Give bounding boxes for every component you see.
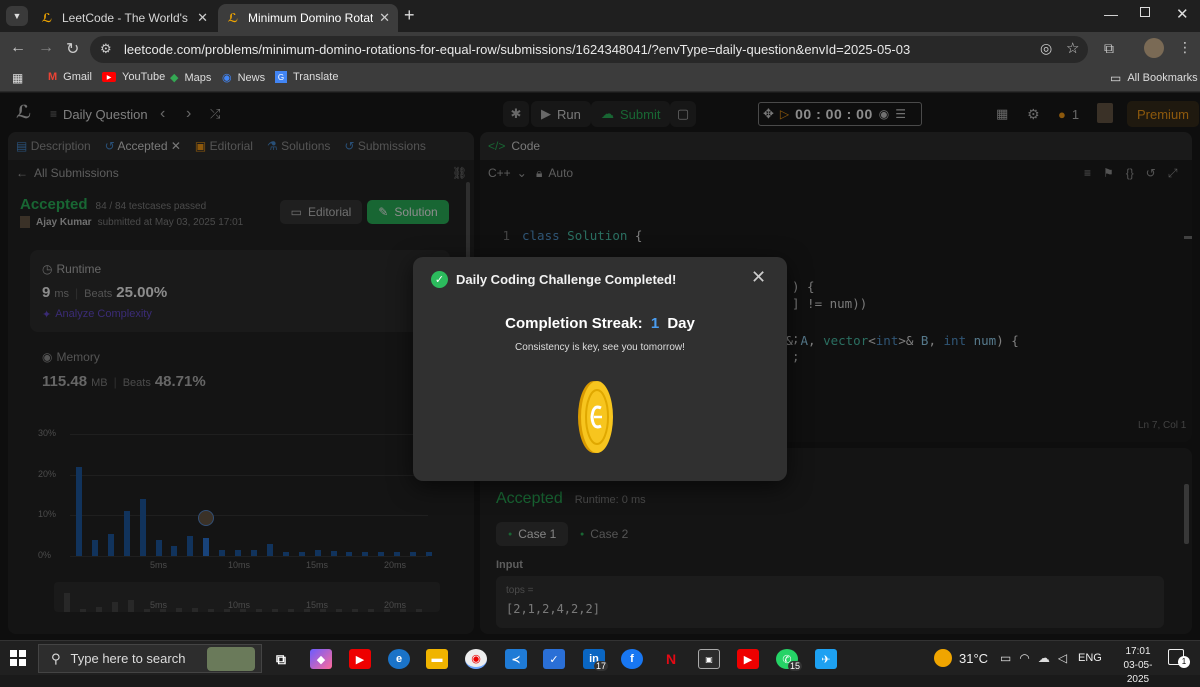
bookmark-translate[interactable]: G Translate	[275, 71, 338, 83]
whatsapp-badge: 15	[788, 661, 803, 671]
url-text: leetcode.com/problems/minimum-domino-rot…	[124, 42, 911, 57]
onedrive-icon[interactable]: ☁	[1038, 651, 1050, 665]
bookmark-label: All Bookmarks	[1127, 72, 1198, 84]
back-icon[interactable]: ←	[10, 39, 26, 57]
streak-line: Completion Streak: 1 Day	[413, 315, 787, 332]
vscode-icon[interactable]: ≺	[505, 649, 527, 669]
modal-subtitle: Consistency is key, see you tomorrow!	[515, 342, 685, 353]
streak-unit: Day	[667, 315, 695, 332]
tab-title: Minimum Domino Rotations Fo	[248, 11, 374, 25]
address-bar-row: ← → ↻ ⚙ leetcode.com/problems/minimum-do…	[0, 32, 1200, 66]
volume-icon[interactable]: ◁	[1058, 651, 1067, 665]
search-icon: ⚲	[51, 650, 61, 666]
close-tab-icon[interactable]: ✕	[197, 10, 208, 26]
browser-tab-strip: ▼ ℒ LeetCode - The World's Leading ✕ ℒ M…	[0, 0, 1200, 32]
leetcode-favicon-icon: ℒ	[227, 11, 239, 25]
linkedin-badge: 17	[594, 661, 609, 671]
clock-date: 03-05-2025	[1123, 660, 1153, 685]
new-tab-icon[interactable]: +	[404, 5, 415, 26]
taskbar-search-field[interactable]: ⚲ Type here to search	[38, 644, 262, 673]
youtube-app-icon[interactable]: ▶	[349, 649, 371, 669]
search-highlight-image	[207, 647, 255, 671]
streak-number: 1	[650, 315, 660, 332]
clock[interactable]: 17:01 03-05-2025	[1118, 645, 1158, 687]
todo-icon[interactable]: ✓	[543, 649, 565, 669]
file-explorer-icon[interactable]: ▬	[426, 649, 448, 669]
maximize-icon[interactable]	[1140, 7, 1150, 17]
bookmarks-bar: ▦ M Gmail ▶ YouTube ◆ Maps ◉ News G Translate…	[0, 66, 1200, 92]
all-bookmarks[interactable]: ▭ All Bookmarks	[1110, 71, 1198, 85]
gold-coin-icon	[578, 381, 613, 453]
temperature[interactable]: 31°C	[959, 651, 988, 666]
maps-pin-icon: ◆	[170, 72, 179, 84]
gamepad-icon[interactable]: ▣	[698, 649, 720, 669]
weather-sun-icon[interactable]	[934, 649, 952, 667]
tab-search-icon[interactable]: ▼	[6, 6, 28, 26]
browser-tab-problem[interactable]: ℒ Minimum Domino Rotations Fo ✕	[218, 4, 398, 32]
site-info-icon[interactable]: ⚙	[100, 41, 112, 57]
extensions-icon[interactable]: ⧉	[1104, 40, 1114, 57]
notification-badge: 1	[1178, 656, 1190, 668]
gmail-icon: M	[48, 71, 58, 83]
bookmark-gmail[interactable]: M Gmail	[48, 71, 92, 83]
bookmark-label: News	[237, 71, 266, 84]
menu-kebab-icon[interactable]: ⋮	[1178, 39, 1192, 56]
url-field[interactable]: ⚙ leetcode.com/problems/minimum-domino-r…	[90, 36, 1088, 63]
browser-tab-leetcode[interactable]: ℒ LeetCode - The World's Leading ✕	[32, 4, 216, 32]
task-view-icon[interactable]: ⧉	[270, 649, 292, 669]
windows-start-icon[interactable]	[10, 650, 26, 666]
minimize-icon[interactable]: —	[1104, 6, 1118, 22]
clock-time: 17:01	[1125, 646, 1151, 657]
wifi-icon[interactable]: ◠	[1019, 651, 1029, 665]
bookmark-label: YouTube	[122, 71, 166, 83]
folder-icon: ▭	[1110, 71, 1122, 85]
tab-title: LeetCode - The World's Leading	[62, 11, 191, 25]
search-placeholder: Type here to search	[70, 651, 186, 666]
windows-taskbar: ⚲ Type here to search ⧉ ◆ ▶ e ▬ ◉ ≺ ✓ in…	[0, 640, 1200, 685]
bookmark-maps[interactable]: ◆ Maps	[170, 71, 212, 85]
system-tray: ▭ ◠ ☁ ◁	[1000, 651, 1067, 665]
streak-label: Completion Streak:	[505, 315, 643, 332]
netflix-icon[interactable]: N	[660, 649, 682, 669]
copilot-icon[interactable]: ◆	[310, 649, 332, 669]
bookmark-youtube[interactable]: ▶ YouTube	[102, 71, 165, 83]
youtube-app-icon-2[interactable]: ▶	[737, 649, 759, 669]
input-language[interactable]: ENG	[1078, 652, 1102, 664]
bookmark-news[interactable]: ◉ News	[222, 71, 266, 85]
edge-icon[interactable]: e	[388, 649, 410, 669]
reload-icon[interactable]: ↻	[66, 39, 79, 59]
daily-challenge-modal: ✓ Daily Coding Challenge Completed! ✕ Co…	[413, 257, 787, 481]
check-circle-icon: ✓	[431, 271, 448, 288]
bookmark-label: Translate	[293, 71, 339, 83]
translate-icon: G	[275, 71, 287, 83]
close-modal-icon[interactable]: ✕	[751, 267, 766, 288]
modal-title: Daily Coding Challenge Completed!	[456, 272, 677, 287]
forward-icon[interactable]: →	[38, 39, 54, 57]
apps-grid-icon[interactable]: ▦	[12, 71, 23, 85]
bookmark-label: Maps	[184, 71, 212, 84]
modal-header: ✓ Daily Coding Challenge Completed!	[431, 271, 676, 288]
twitter-icon[interactable]: ✈	[815, 649, 837, 669]
news-icon: ◉	[222, 72, 232, 84]
youtube-icon: ▶	[102, 72, 116, 82]
profile-avatar[interactable]	[1144, 38, 1164, 58]
bookmark-label: Gmail	[63, 71, 92, 83]
battery-icon[interactable]: ▭	[1000, 651, 1011, 665]
eye-off-icon[interactable]: ◎	[1040, 40, 1052, 57]
facebook-icon[interactable]: f	[621, 649, 643, 669]
close-window-icon[interactable]: ✕	[1176, 5, 1189, 23]
close-tab-icon[interactable]: ✕	[379, 10, 390, 26]
chrome-icon[interactable]: ◉	[465, 649, 487, 669]
bookmark-star-icon[interactable]: ☆	[1066, 39, 1079, 57]
leetcode-favicon-icon: ℒ	[41, 11, 53, 25]
